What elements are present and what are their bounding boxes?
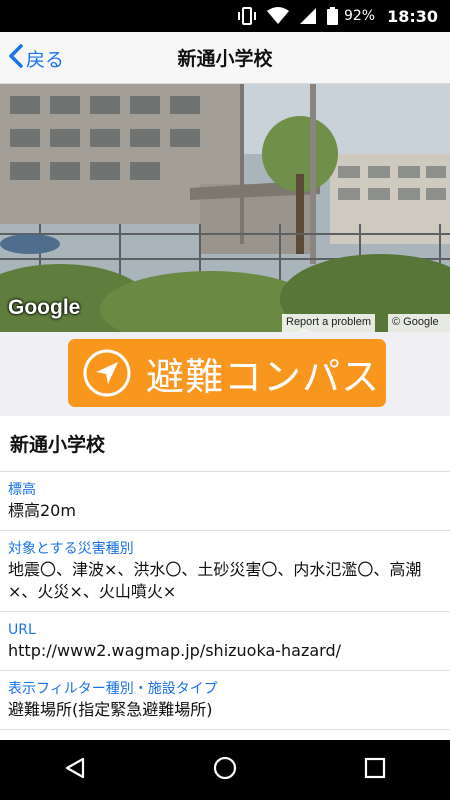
system-recents-button[interactable] [345, 740, 405, 800]
vibrate-icon [237, 7, 257, 25]
facility-details: 新通小学校 標高 標高20m 対象とする災害種別 地震〇、津波×、洪水〇、土砂災… [0, 416, 450, 730]
evacuation-compass-button[interactable]: 避難コンパス [68, 339, 386, 407]
detail-row-facility-type: 表示フィルター種別・施設タイプ 避難場所(指定緊急避難場所) [0, 671, 450, 730]
recents-square-icon [363, 756, 387, 784]
clock: 18:30 [387, 6, 438, 26]
back-label: 戻る [26, 48, 65, 71]
detail-label: 対象とする災害種別 [8, 541, 134, 557]
detail-value: 標高20m [8, 501, 76, 520]
detail-label: 表示フィルター種別・施設タイプ [8, 681, 218, 697]
back-button[interactable]: 戻る [8, 32, 64, 84]
detail-row-disaster-types: 対象とする災害種別 地震〇、津波×、洪水〇、土砂災害〇、内水氾濫〇、高潮×、火災… [0, 531, 450, 612]
detail-label: URL [8, 622, 36, 638]
navigation-bar: 戻る 新通小学校 [0, 32, 450, 84]
detail-value: 避難場所(指定緊急避難場所) [8, 700, 213, 719]
status-bar: 92% 18:30 [0, 0, 450, 32]
back-triangle-icon [63, 756, 87, 784]
compass-button-label: 避難コンパス [146, 354, 381, 399]
street-scene-image [0, 84, 450, 332]
signal-icon [299, 7, 317, 25]
system-home-button[interactable] [195, 740, 255, 800]
detail-label: 標高 [8, 482, 36, 498]
system-navigation-bar [0, 740, 450, 800]
compass-section: 避難コンパス [0, 332, 450, 416]
system-back-button[interactable] [45, 740, 105, 800]
google-logo: Google [8, 296, 81, 319]
page-title: 新通小学校 [177, 48, 273, 70]
chevron-left-icon [8, 43, 26, 73]
wifi-icon [266, 7, 289, 25]
street-view-image[interactable]: Google Report a problem © Google [0, 84, 450, 332]
detail-value: 地震〇、津波×、洪水〇、土砂災害〇、内水氾濫〇、高潮×、火災×、火山噴火× [8, 560, 422, 601]
detail-row-elevation: 標高 標高20m [0, 472, 450, 531]
copyright-label: © Google [388, 314, 450, 332]
battery-icon [326, 7, 338, 25]
report-problem-link[interactable]: Report a problem [282, 314, 375, 332]
home-circle-icon [212, 755, 238, 785]
url-link[interactable]: http://www2.wagmap.jp/shizuoka-hazard/ [8, 640, 440, 662]
navigation-arrow-icon [82, 348, 132, 398]
battery-percent: 92% [343, 8, 376, 24]
detail-row-url: URL http://www2.wagmap.jp/shizuoka-hazar… [0, 612, 450, 671]
facility-name: 新通小学校 [0, 416, 450, 472]
